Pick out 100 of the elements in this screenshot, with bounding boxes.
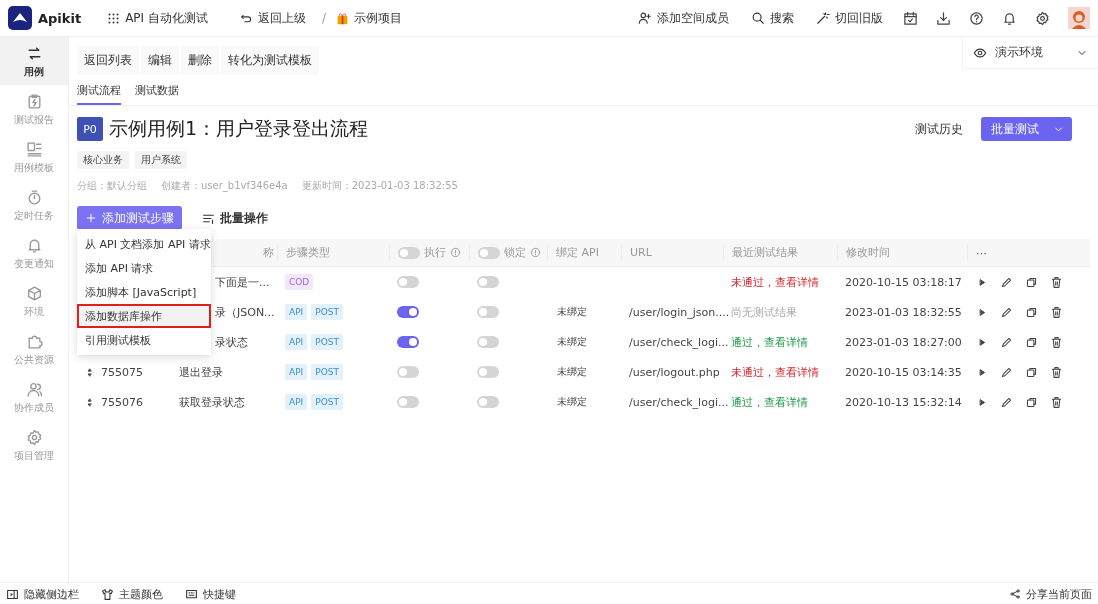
meta-text: 分组：默认分组 [77,179,147,193]
avatar[interactable] [1068,7,1090,29]
type-tag: API [285,334,308,350]
edit-icon[interactable] [1000,365,1013,379]
play-icon[interactable] [977,366,988,378]
toggle-switch[interactable] [477,336,499,348]
add-user-icon [638,11,652,25]
breadcrumb-separator: / [321,11,326,25]
column-header: 绑定 API [547,245,621,260]
table-cell-text: 2020-10-13 15:32:14 [844,395,963,409]
copy-icon[interactable] [1025,275,1038,289]
result-link[interactable]: 未通过，查看详情 [723,275,819,289]
type-tag: API [285,364,308,380]
play-icon[interactable] [977,336,988,348]
toggle-switch[interactable] [397,396,419,408]
edit-icon[interactable] [1000,335,1013,349]
table-cell: 未绑定 [557,306,587,317]
delete-icon[interactable] [1050,275,1063,289]
toggle-switch[interactable] [398,246,420,259]
column-header: 执行 [424,245,446,260]
column-header: URL [621,245,723,260]
edit-icon[interactable] [1000,305,1013,319]
toolbar-button[interactable]: 转化为测试模板 [221,46,319,75]
toolbar-button[interactable]: 删除 [181,46,219,75]
toolbar-button[interactable]: 添加空间成员 [630,5,737,31]
share-button[interactable]: 分享当前页面 [1009,586,1092,602]
back-link[interactable]: 返回上级 [233,9,312,27]
step-name: 退出登录 [179,364,223,380]
toolbar-button[interactable]: 编辑 [141,46,179,75]
module-link[interactable]: API 自动化测试 [101,9,214,27]
delete-icon[interactable] [1050,305,1063,319]
history-button[interactable]: 测试历史 [909,119,969,139]
toggle-switch[interactable] [477,396,499,408]
stopwatch-icon [25,189,43,206]
column-header: 最近测试结果 [723,245,837,260]
table-cell: 未绑定 [557,336,587,347]
column-header: 步骤类型 [277,245,389,260]
search-icon [751,11,765,25]
copy-icon[interactable] [1025,395,1038,409]
toggle-switch[interactable] [477,276,499,288]
delete-icon[interactable] [1050,395,1063,409]
menu-item[interactable]: 添加数据库操作 [77,304,211,328]
toggle-switch[interactable] [397,276,419,288]
play-icon[interactable] [977,276,988,288]
sidebar-item[interactable]: 用例 [0,37,68,85]
column-header: 修改时间 [837,245,967,260]
batch-test-button[interactable]: 批量测试 [981,117,1072,141]
tag: 用户系统 [135,151,187,169]
url-text: /user/login_json.... [628,305,730,319]
footer-button[interactable]: 主题颜色 [101,586,163,602]
case-title: 示例用例1：用户登录登出流程 [109,116,370,141]
toggle-switch[interactable] [477,306,499,318]
step-name: 录（JSON... [215,304,275,320]
add-step-button[interactable]: 添加测试步骤 [77,206,182,230]
type-tag: POST [311,364,343,380]
play-icon[interactable] [977,306,988,318]
gift-icon [336,11,349,25]
copy-icon[interactable] [1025,365,1038,379]
delete-icon[interactable] [1050,335,1063,349]
table-cell: 未绑定 [557,396,587,407]
edit-icon[interactable] [1000,395,1013,409]
edit-icon[interactable] [1000,275,1013,289]
menu-item[interactable]: 引用测试模板 [77,328,211,352]
footer-button[interactable]: 快捷键 [185,586,236,602]
play-icon[interactable] [977,396,988,408]
step-name: 获取登录状态 [179,394,245,410]
tab[interactable]: 测试数据 [135,83,179,105]
clipboard-icon [25,93,43,110]
footer-button[interactable]: 隐藏侧边栏 [6,586,79,602]
menu-item[interactable]: 添加 API 请求 [77,256,211,280]
toolbar-button[interactable]: 返回列表 [77,46,139,75]
template-icon [25,141,43,158]
delete-icon[interactable] [1050,365,1063,379]
more-button[interactable]: ··· [976,246,987,259]
type-tag: POST [311,304,343,320]
copy-icon[interactable] [1025,305,1038,319]
toolbar-button[interactable]: 搜索 [743,5,802,31]
share-icon [1009,588,1021,600]
batch-operation-button[interactable]: 批量操作 [196,208,274,228]
menu-item[interactable]: 从 API 文档添加 API 请求 [77,232,211,256]
copy-icon[interactable] [1025,335,1038,349]
grid-icon [107,11,121,25]
table-cell-text: 755075 [101,365,144,379]
project-link[interactable]: 示例项目 [336,9,402,27]
toggle-switch[interactable] [397,306,419,318]
menu-item[interactable]: 添加脚本 [JavaScript] [77,280,211,304]
toggle-switch[interactable] [397,336,419,348]
toolbar-button[interactable]: 切回旧版 [808,5,891,31]
type-tag: COD [285,274,314,290]
toggle-switch[interactable] [478,246,500,259]
result-link[interactable]: 未通过，查看详情 [723,365,819,379]
table-cell-text: 755076 [101,395,144,409]
logo-icon [8,6,32,30]
toggle-switch[interactable] [477,366,499,378]
tab[interactable]: 测试流程 [77,83,121,105]
plus-icon [85,212,97,224]
toggle-switch[interactable] [397,366,419,378]
meta-text: 更新时间：2023-01-03 18:32:55 [301,179,458,193]
priority-badge: P0 [77,117,103,141]
environment-select[interactable]: 演示环境 [962,37,1098,69]
